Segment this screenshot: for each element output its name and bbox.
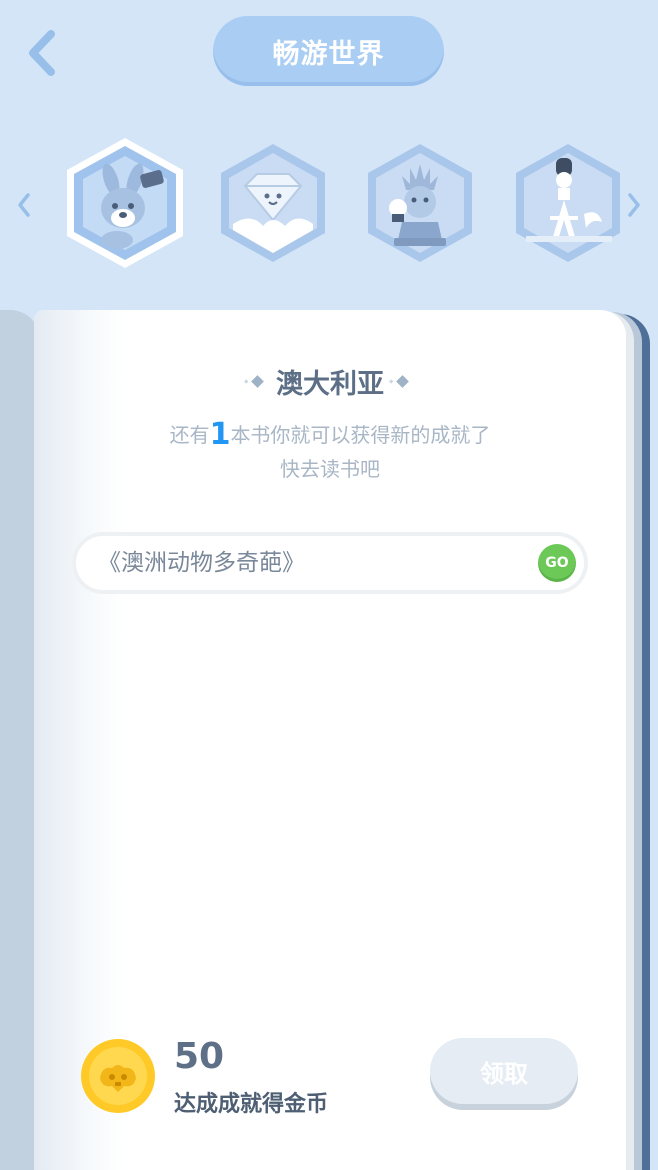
statue-of-liberty-badge-icon: [368, 144, 472, 262]
back-button[interactable]: [20, 26, 64, 80]
badge-eiffel-tower[interactable]: [506, 136, 630, 270]
reward-amount: 50: [174, 1036, 225, 1077]
diamond-badge-icon: [221, 144, 325, 262]
hint-suffix: 本书你就可以获得新的成就了: [230, 423, 491, 447]
eiffel-tower-badge-icon: [516, 144, 620, 262]
diamond-ornament-icon: [251, 375, 264, 388]
chevron-left-icon: [18, 193, 30, 217]
gold-coin-icon: [81, 1039, 155, 1113]
chevron-left-icon: [29, 30, 55, 76]
hint-count: 1: [209, 417, 231, 452]
carousel-prev-button[interactable]: [12, 187, 36, 223]
badge-kangaroo[interactable]: [63, 136, 187, 270]
go-button[interactable]: GO: [538, 544, 576, 582]
page-title: 畅游世界: [213, 16, 444, 86]
reward-label: 达成成就得金币: [174, 1092, 329, 1117]
badge-diamond[interactable]: [211, 136, 335, 270]
hint-line2: 快去读书吧: [280, 457, 380, 481]
book-title: 《澳洲动物多奇葩》: [98, 550, 305, 576]
kangaroo-badge-icon: [67, 138, 183, 268]
country-name: 澳大利亚: [276, 369, 384, 400]
badge-statue-of-liberty[interactable]: [358, 136, 482, 270]
hint-prefix: 还有: [169, 423, 210, 447]
claim-button[interactable]: 领取: [430, 1038, 578, 1104]
progress-hint: 还有1本书你就可以获得新的成就了 快去读书吧: [34, 418, 626, 486]
country-heading: 澳大利亚: [34, 362, 626, 401]
diamond-ornament-icon: [396, 375, 409, 388]
book-list-item[interactable]: 《澳洲动物多奇葩》 GO: [76, 536, 584, 590]
book-page: 澳大利亚 还有1本书你就可以获得新的成就了 快去读书吧 《澳洲动物多奇葩》 GO…: [34, 310, 626, 1170]
